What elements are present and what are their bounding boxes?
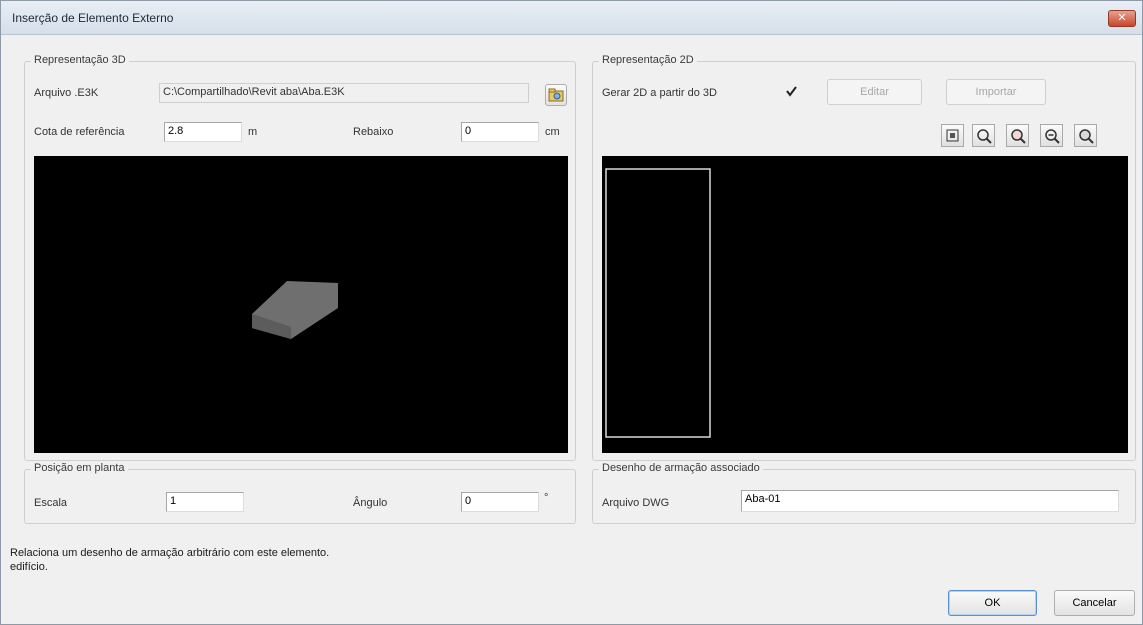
- scale-input[interactable]: 1: [166, 492, 244, 512]
- element-outline: [605, 168, 711, 438]
- rebaixo-unit: cm: [545, 126, 560, 138]
- angle-label: Ângulo: [353, 497, 388, 509]
- e3k-file-path: C:\Compartilhado\Revit aba\Aba.E3K: [159, 83, 529, 103]
- zoom-in-icon: [1011, 129, 1026, 144]
- status-line-2: edifício.: [10, 561, 48, 573]
- zoom-all-button[interactable]: [941, 124, 964, 147]
- reference-level-input[interactable]: 2.8: [164, 122, 242, 142]
- status-line-1: Relaciona um desenho de armação arbitrár…: [10, 547, 330, 559]
- edit-button[interactable]: Editar: [827, 79, 922, 105]
- plan-position-label: Posição em planta: [31, 462, 128, 474]
- rebaixo-label: Rebaixo: [353, 126, 394, 138]
- dwg-file-label: Arquivo DWG: [602, 497, 670, 509]
- zoom-window-icon: [977, 129, 992, 144]
- browse-file-button[interactable]: [545, 84, 567, 106]
- rebaixo-input[interactable]: 0: [461, 122, 539, 142]
- dwg-file-input[interactable]: Aba-01: [741, 490, 1119, 512]
- viewport-2d[interactable]: [602, 156, 1128, 453]
- cancel-button[interactable]: Cancelar: [1054, 590, 1135, 616]
- ok-button[interactable]: OK: [948, 590, 1037, 616]
- pan-button[interactable]: [1074, 124, 1097, 147]
- zoom-in-button[interactable]: [1006, 124, 1029, 147]
- scale-label: Escala: [34, 497, 68, 509]
- dialog-window: Inserção de Elemento Externo ✕ Represent…: [0, 0, 1143, 625]
- group-2d-label: Representação 2D: [599, 54, 697, 66]
- zoom-out-button[interactable]: [1040, 124, 1063, 147]
- reference-level-label: Cota de referência: [34, 126, 125, 138]
- pan-icon: [1079, 129, 1094, 144]
- viewport-3d[interactable]: [34, 156, 568, 453]
- e3k-file-label: Arquivo .E3K: [34, 87, 99, 99]
- check-icon: [786, 86, 797, 97]
- angle-input[interactable]: 0: [461, 492, 539, 512]
- angle-unit: °: [544, 492, 549, 504]
- title-bar[interactable]: Inserção de Elemento Externo ✕: [1, 1, 1142, 35]
- close-icon: ✕: [1117, 12, 1127, 24]
- reference-level-unit: m: [248, 126, 258, 138]
- group-3d-label: Representação 3D: [31, 54, 129, 66]
- outline-2d-drawing: [605, 168, 711, 438]
- generate-2d-label: Gerar 2D a partir do 3D: [602, 87, 717, 99]
- associated-drawing-label: Desenho de armação associado: [599, 462, 763, 474]
- zoom-all-icon: [946, 129, 959, 142]
- zoom-out-icon: [1045, 129, 1060, 144]
- window-title: Inserção de Elemento Externo: [12, 11, 174, 25]
- generate-2d-checkbox[interactable]: [785, 85, 798, 98]
- zoom-window-button[interactable]: [972, 124, 995, 147]
- slab-3d-model: [252, 281, 338, 339]
- folder-open-icon: [548, 88, 564, 102]
- import-button[interactable]: Importar: [946, 79, 1046, 105]
- close-button[interactable]: ✕: [1108, 10, 1136, 27]
